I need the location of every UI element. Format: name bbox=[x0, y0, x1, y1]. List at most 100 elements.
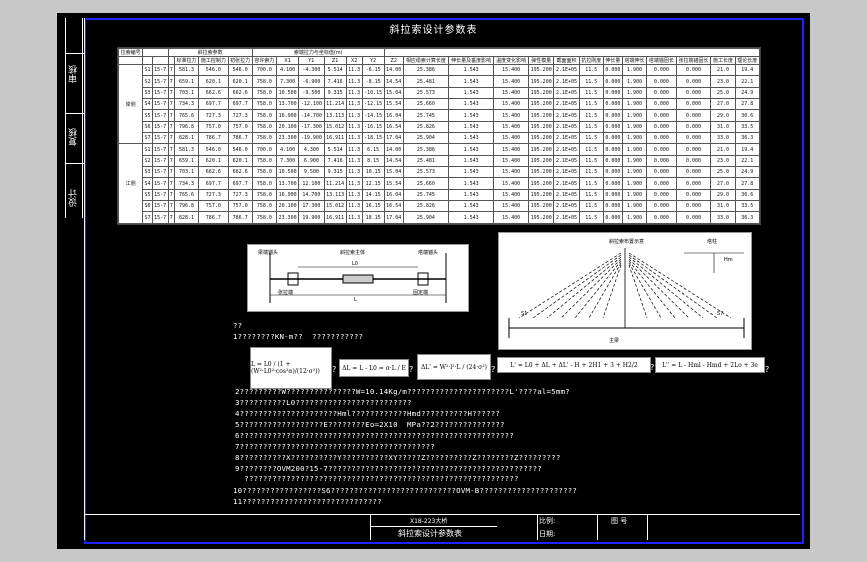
table-cell: 25.745 bbox=[402, 109, 449, 122]
table-cell: 14.15 bbox=[361, 188, 385, 202]
table-cell: -8.15 bbox=[361, 75, 385, 88]
table-cell: 24.9 bbox=[734, 86, 761, 100]
table-cell: 757.0 bbox=[227, 120, 253, 134]
formula: ΔL = L - L0 = σ·L / E bbox=[339, 359, 409, 377]
table-header-cell bbox=[151, 56, 169, 65]
table-cell: 786.7 bbox=[227, 211, 253, 224]
table-header-cell: Z2 bbox=[383, 56, 404, 65]
formula-separator: ? bbox=[765, 365, 770, 374]
table-cell: 1.543 bbox=[447, 188, 495, 202]
table-cell: 15.400 bbox=[493, 211, 530, 224]
table-cell: 4.100 bbox=[276, 143, 300, 156]
table-row: S6 15-7 7 796.8 757.0 757.0 758.0 20.100 -17.300… bbox=[119, 120, 761, 134]
table-cell: 11.3 bbox=[345, 143, 363, 156]
table-cell: 2.1E+05 bbox=[553, 75, 580, 88]
table-cell: 727.3 bbox=[227, 109, 253, 122]
table-cell: 31.0 bbox=[710, 120, 736, 134]
table-cell: S3 bbox=[142, 86, 153, 100]
table-cell: -19.900 bbox=[298, 132, 325, 145]
table-cell: 2.1E+05 bbox=[553, 98, 580, 111]
formula: L = L0 / (1 + (W²·L0²·cos²α)/(12·σ²)) bbox=[250, 347, 332, 389]
table-cell: 27.8 bbox=[734, 98, 761, 111]
table-cell: 21.0 bbox=[710, 63, 736, 77]
table-cell: 758.0 bbox=[251, 120, 278, 134]
table-cell: -14.15 bbox=[361, 109, 385, 122]
diagram-label: 固定端 bbox=[413, 290, 429, 296]
table-cell: 15-7 bbox=[151, 98, 169, 111]
table-cell: 15-7 bbox=[151, 188, 169, 202]
table-cell: 15.400 bbox=[493, 177, 530, 190]
table-cell: 700.0 bbox=[251, 63, 278, 77]
table-cell: 546.0 bbox=[227, 143, 253, 156]
cable-line bbox=[588, 262, 622, 319]
table-cell: 659.1 bbox=[173, 154, 200, 168]
table-cell: 727.3 bbox=[198, 109, 229, 122]
table-cell: 546.0 bbox=[198, 63, 229, 77]
divider bbox=[537, 514, 538, 540]
table-cell: 13.113 bbox=[323, 109, 347, 122]
table-cell: 0.000 bbox=[602, 154, 623, 168]
table-header-cell: 截面面积 bbox=[553, 56, 580, 65]
formula-separator: ? bbox=[409, 365, 414, 374]
table-cell: 11.5 bbox=[578, 86, 604, 100]
note-line: 2?????????W???????????????W=10.14Kg/m???… bbox=[235, 387, 570, 396]
table-cell: 15-7 bbox=[151, 154, 169, 168]
table-cell: 1.900 bbox=[621, 211, 648, 224]
side-label-review: 审核 bbox=[69, 65, 79, 83]
note-line: 6???????????????????????????????????????… bbox=[235, 431, 514, 440]
table-cell: 11.5 bbox=[578, 98, 604, 111]
table-cell: S4 bbox=[142, 98, 153, 111]
table-cell: 15.012 bbox=[323, 120, 347, 134]
table-cell: 21.0 bbox=[710, 143, 736, 156]
table-cell: 1.900 bbox=[621, 86, 648, 100]
note-line: 11?????????????????????????????? bbox=[233, 497, 382, 506]
table-row: S3 15-7 7 703.1 662.6 662.6 758.0 10.500 9.500 9.… bbox=[119, 166, 761, 179]
table-header-cell: 张拉端锚固长 bbox=[675, 56, 712, 65]
table-cell: 697.7 bbox=[227, 177, 253, 190]
table-cell: 1.900 bbox=[621, 132, 648, 145]
table-cell: 0.000 bbox=[675, 188, 712, 202]
table-cell: 1.543 bbox=[447, 211, 495, 224]
table-header-cell: Y2 bbox=[361, 56, 385, 65]
table-cell: 25.826 bbox=[402, 120, 449, 134]
divider bbox=[82, 18, 83, 218]
table-cell: S7 bbox=[142, 211, 153, 224]
diagram-label: 梁端锚头 bbox=[258, 250, 279, 256]
table-cell: 620.1 bbox=[227, 154, 253, 168]
table-cell: 15.012 bbox=[323, 200, 347, 213]
table-cell: 17.300 bbox=[298, 200, 325, 213]
table-cell: 0.000 bbox=[675, 120, 712, 134]
table-cell: -6.900 bbox=[298, 75, 325, 88]
note-line: 4?????????????????????Hml????????????Hmd… bbox=[235, 409, 501, 418]
table-cell: 25.745 bbox=[402, 188, 449, 202]
table-row: 岸侧 S1 15-7 7 581.3 546.0 546.0 700.0 4.100 -4.300… bbox=[117, 63, 761, 145]
table-cell: 2.1E+05 bbox=[553, 120, 580, 134]
table-header-cell: 理论长度 bbox=[734, 56, 761, 65]
table-cell: 14.54 bbox=[383, 154, 404, 168]
table-cell: 29.0 bbox=[710, 109, 736, 122]
table-cell: 5.514 bbox=[323, 63, 347, 77]
anchor-diagram: 梁端锚头 斜拉索主体 塔端锚头 张拉端 固定端 L0 L bbox=[247, 244, 469, 312]
table-cell: 16.04 bbox=[383, 188, 404, 202]
table-cell: 195.200 bbox=[528, 109, 555, 122]
table-cell: 36.3 bbox=[734, 132, 761, 145]
table-cell: 19.4 bbox=[734, 63, 761, 77]
table-header-cell bbox=[117, 56, 144, 65]
table-cell: 546.0 bbox=[198, 143, 229, 156]
table-cell: 2.1E+05 bbox=[553, 200, 580, 213]
table-cell: S1 bbox=[142, 63, 153, 77]
table-cell: 0.000 bbox=[602, 109, 623, 122]
table-cell: 16.04 bbox=[383, 109, 404, 122]
formula-separator: ? bbox=[491, 365, 496, 374]
table-header-cell: X1 bbox=[276, 56, 300, 65]
drawing-name: 斜拉索设计参数表 bbox=[398, 529, 462, 538]
table-cell: 727.3 bbox=[198, 188, 229, 202]
formula: L' = L0 + ΔL + ΔL' - H + 2H1 + 3 + H2/2 bbox=[497, 357, 651, 373]
table-cell: -14.700 bbox=[298, 109, 325, 122]
table-cell: -12.100 bbox=[298, 98, 325, 111]
table-cell: 19.900 bbox=[298, 211, 325, 224]
table-cell: S2 bbox=[142, 154, 153, 168]
table-cell: 1.543 bbox=[447, 200, 495, 213]
table-cell: 758.0 bbox=[251, 211, 278, 224]
note-line: 7???????????????????????????????????????… bbox=[235, 442, 435, 451]
